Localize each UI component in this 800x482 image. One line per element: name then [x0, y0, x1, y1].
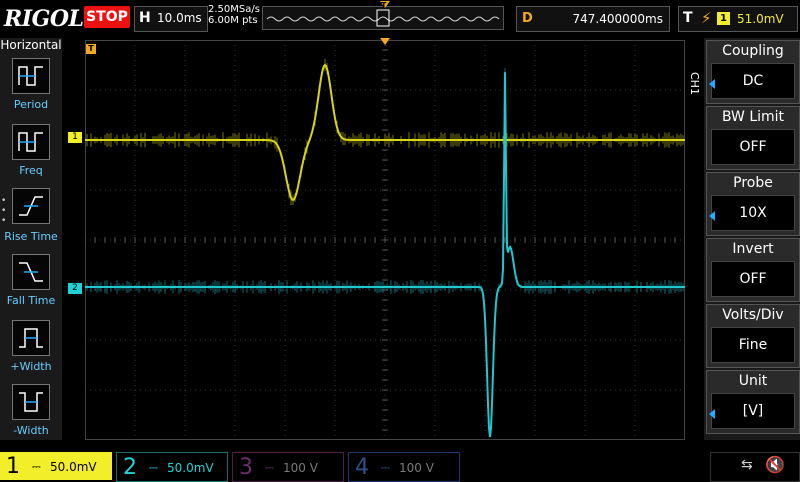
ch2-marker-label: 2	[72, 283, 78, 293]
top-status-bar: RIGOL STOP H 10.0ms 2.50MSa/s 6.00M pts …	[0, 0, 800, 36]
waveform-display[interactable]	[84, 39, 686, 441]
volts-div-value: Fine	[711, 327, 795, 363]
fall-time-label: Fall Time	[6, 294, 56, 307]
ch3-number: 3	[239, 455, 253, 480]
channel-status-bar: 1 ⎓ 50.0mV 2 ⎓ 50.0mV 3 ⎓ 100 V 4 ⎓ 100 …	[0, 448, 800, 482]
ch2-tab[interactable]: 2 ⎓ 50.0mV	[116, 452, 228, 482]
horizontal-label: H	[139, 10, 151, 26]
ch1-number: 1	[6, 454, 20, 479]
volts-div-title: Volts/Div	[722, 307, 784, 323]
negative-width-icon	[19, 392, 43, 412]
period-icon	[18, 66, 43, 86]
fall-time-icon	[19, 262, 43, 282]
system-status: ⇆ 🔇	[710, 452, 800, 482]
speaker-mute-icon: 🔇	[765, 455, 785, 474]
coupling-value: DC	[711, 63, 795, 99]
ch4-scale: 100 V	[399, 461, 434, 475]
memory-overview: T	[262, 1, 504, 30]
invert-softkey[interactable]: Invert OFF	[706, 238, 800, 302]
menu-title: Horizontal	[0, 38, 62, 52]
coupling-arrow-icon	[709, 79, 715, 89]
trigger-source-badge: 1	[717, 12, 730, 25]
trigger-box[interactable]: T ⚡ 1 51.0mV	[678, 6, 798, 32]
frequency-icon	[18, 132, 43, 152]
usb-icon: ⇆	[741, 457, 753, 473]
coupling-title: Coupling	[722, 43, 784, 59]
ch2-scale: 50.0mV	[167, 461, 214, 475]
period-button[interactable]	[12, 58, 50, 94]
timebase-value: 10.0ms	[157, 11, 202, 25]
period-label: Period	[13, 98, 49, 111]
rising-edge-icon: ⚡	[701, 9, 712, 27]
ch4-coupling-icon: ⎓	[381, 461, 390, 474]
delay-label: D	[522, 11, 533, 26]
channel-menu: Coupling DC BW Limit OFF Probe 10X Inver…	[704, 38, 800, 440]
ch1-offset-marker[interactable]: 1	[68, 132, 82, 143]
memory-depth: 6.00M pts	[208, 15, 258, 26]
probe-title: Probe	[733, 175, 773, 191]
probe-softkey[interactable]: Probe 10X	[706, 172, 800, 236]
run-stop-status[interactable]: STOP	[84, 6, 130, 28]
unit-value: [V]	[711, 393, 795, 429]
ch2-coupling-icon: ⎓	[149, 461, 158, 474]
coupling-softkey[interactable]: Coupling DC	[706, 40, 800, 104]
positive-width-icon	[19, 328, 43, 348]
trigger-level: 51.0mV	[737, 12, 784, 26]
ch3-scale: 100 V	[283, 461, 318, 475]
bw-limit-title: BW Limit	[721, 109, 785, 125]
bw-limit-softkey[interactable]: BW Limit OFF	[706, 106, 800, 170]
volts-div-softkey[interactable]: Volts/Div Fine	[706, 304, 800, 368]
unit-title: Unit	[738, 373, 768, 389]
ch2-offset-marker[interactable]: 2	[68, 283, 82, 294]
delay-box[interactable]: D 747.400000ms	[516, 6, 670, 32]
acquisition-info: 2.50MSa/s 6.00M pts	[208, 4, 260, 26]
timebase-box[interactable]: H 10.0ms	[134, 6, 208, 32]
fall-time-button[interactable]	[12, 254, 50, 290]
rigol-logo: RIGOL	[4, 6, 84, 32]
neg-width-button[interactable]	[12, 384, 50, 420]
rise-time-label: Rise Time	[4, 230, 58, 243]
trigger-time-marker[interactable]	[380, 38, 390, 45]
sample-rate: 2.50MSa/s	[208, 4, 260, 15]
ch3-tab[interactable]: 3 ⎓ 100 V	[232, 452, 344, 482]
neg-width-label: -Width	[13, 424, 49, 437]
memory-trigger-label: T	[381, 1, 387, 10]
unit-arrow-icon	[709, 409, 715, 419]
ch1-marker-label: 1	[72, 132, 78, 142]
trigger-label: T	[683, 10, 693, 26]
ch4-number: 4	[355, 455, 369, 480]
ch3-coupling-icon: ⎓	[265, 461, 274, 474]
menu-channel-tag: CH1	[688, 72, 701, 95]
freq-label: Freq	[19, 164, 43, 177]
rise-time-button[interactable]	[12, 188, 50, 224]
left-scroll-dots: • • •	[1, 196, 7, 226]
delay-value: 747.400000ms	[572, 12, 663, 26]
rise-time-icon	[19, 196, 43, 216]
probe-arrow-icon	[709, 211, 715, 221]
ch1-scale: 50.0mV	[50, 460, 97, 474]
invert-value: OFF	[711, 261, 795, 297]
pos-width-label: +Width	[10, 360, 52, 373]
ch1-coupling-icon: ⎓	[32, 460, 41, 473]
horizontal-measure-menu: Horizontal Period Freq Rise Time Fall Ti…	[0, 38, 62, 440]
ch4-tab[interactable]: 4 ⎓ 100 V	[348, 452, 460, 482]
bw-limit-value: OFF	[711, 129, 795, 165]
unit-softkey[interactable]: Unit [V]	[706, 370, 800, 434]
waveform-grid	[84, 39, 686, 441]
pos-width-button[interactable]	[12, 320, 50, 356]
ch2-number: 2	[123, 455, 137, 480]
invert-title: Invert	[732, 241, 774, 257]
ch1-tab[interactable]: 1 ⎓ 50.0mV	[0, 452, 112, 480]
probe-value: 10X	[711, 195, 795, 231]
freq-button[interactable]	[12, 124, 50, 160]
memory-waveform-preview	[266, 9, 500, 27]
trigger-position-marker[interactable]: T	[86, 44, 96, 54]
ch2-waveform	[85, 72, 685, 438]
trigger-position-label: T	[88, 44, 94, 53]
